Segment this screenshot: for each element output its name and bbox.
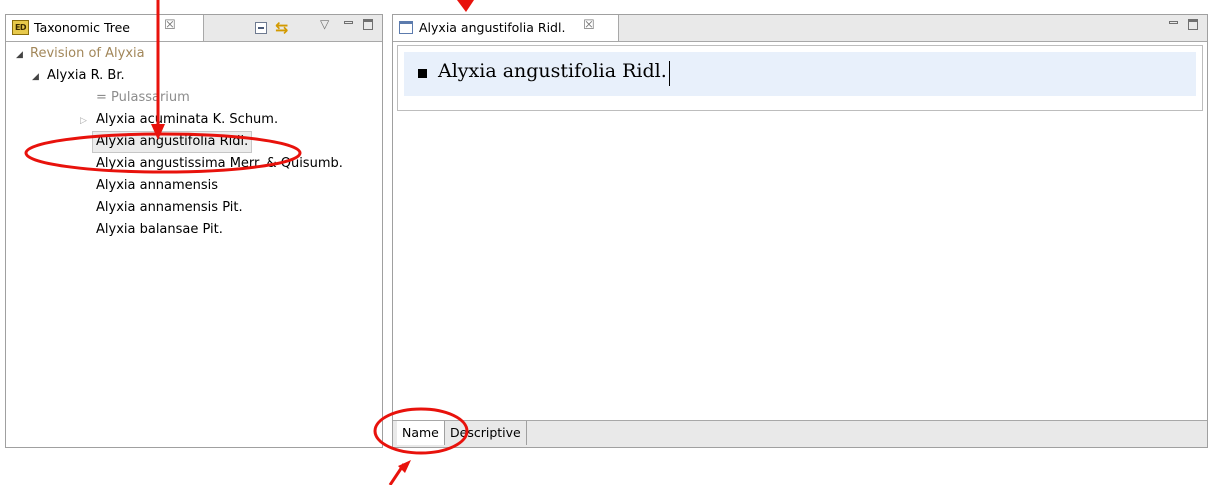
- tree-node-label: Alyxia angustifolia Ridl.: [92, 131, 253, 153]
- tree-node-label: Alyxia annamensis: [96, 178, 219, 193]
- annotation-arrow-name-tab: [388, 460, 411, 485]
- tree-node-label: Alyxia angustissima Merr. & Quisumb.: [96, 156, 343, 171]
- taxon-name-field[interactable]: Alyxia angustifolia Ridl.: [404, 52, 1196, 96]
- expanded-arrow-icon[interactable]: ◢: [32, 66, 39, 88]
- collapsed-arrow-icon[interactable]: ▷: [80, 110, 87, 132]
- tab-name[interactable]: Name: [397, 421, 445, 445]
- tree-node-label: Alyxia balansae Pit.: [96, 222, 223, 237]
- tree-node-label: Alyxia R. Br.: [47, 68, 125, 83]
- editor-tabbar: Alyxia angustifolia Ridl. ☒: [393, 15, 1207, 42]
- link-with-editor-icon[interactable]: ⇆: [275, 18, 288, 37]
- name-bullet-icon: [418, 69, 427, 78]
- annotation-arrow-editor: [457, 0, 474, 12]
- tab-taxon-editor[interactable]: Alyxia angustifolia Ridl. ☒: [393, 15, 619, 41]
- close-icon[interactable]: ☒: [164, 18, 176, 33]
- tree-node-label: = Pulassarium: [96, 90, 190, 105]
- editor-page-tabs: Name Descriptive: [393, 420, 1207, 447]
- editor-tab-label: Alyxia angustifolia Ridl.: [419, 20, 566, 35]
- close-icon[interactable]: ☒: [583, 18, 595, 33]
- collapse-all-icon[interactable]: [255, 22, 267, 34]
- name-section: Alyxia angustifolia Ridl.: [397, 45, 1203, 111]
- tree-node-label: Alyxia acuminata K. Schum.: [96, 112, 279, 127]
- maximize-icon[interactable]: [363, 19, 373, 30]
- taxon-editor: Alyxia angustifolia Ridl. ☒ Alyxia angus…: [392, 14, 1208, 448]
- view-menu-icon[interactable]: ▽: [320, 17, 329, 31]
- ed-app-icon: ED: [12, 20, 29, 35]
- tree-node-label: Revision of Alyxia: [30, 46, 145, 61]
- taxon-name-text[interactable]: Alyxia angustifolia Ridl.: [438, 60, 667, 82]
- text-caret: [669, 61, 670, 86]
- tab-descriptive[interactable]: Descriptive: [445, 421, 527, 445]
- tree-view-tabbar: ED Taxonomic Tree ☒ ⇆ ▽: [6, 15, 382, 42]
- expanded-arrow-icon[interactable]: ◢: [16, 44, 23, 66]
- tab-taxonomic-tree[interactable]: ED Taxonomic Tree ☒: [6, 15, 204, 41]
- tree-tab-label: Taxonomic Tree: [34, 20, 130, 35]
- tree-node-label: Alyxia annamensis Pit.: [96, 200, 243, 215]
- minimize-icon[interactable]: [344, 21, 353, 24]
- editor-document-icon: [399, 21, 413, 34]
- taxon-tree: ◢ Revision of Alyxia ◢ Alyxia R. Br. = P…: [6, 41, 382, 447]
- minimize-icon[interactable]: [1169, 21, 1178, 24]
- maximize-icon[interactable]: [1188, 19, 1198, 30]
- taxonomic-tree-view: ED Taxonomic Tree ☒ ⇆ ▽ ◢ Revision of Al…: [5, 14, 383, 448]
